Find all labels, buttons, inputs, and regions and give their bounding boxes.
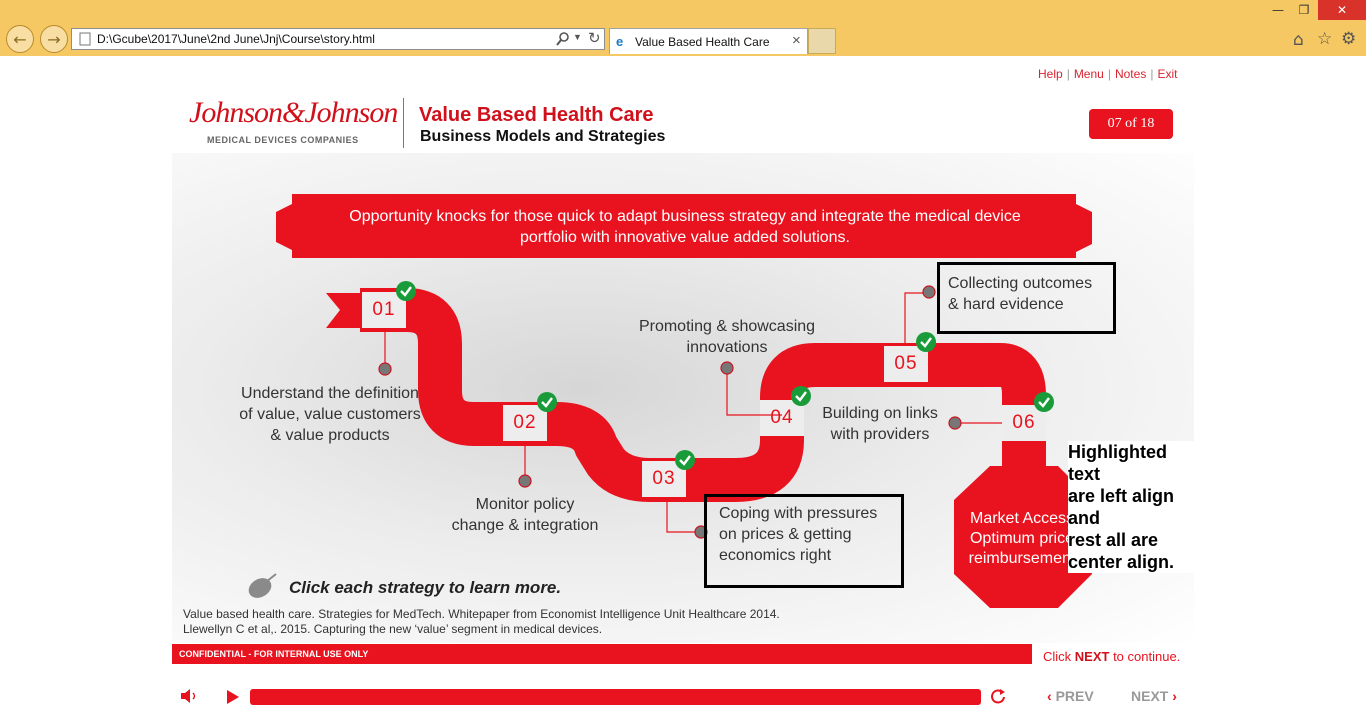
label-line: Promoting & showcasing: [638, 318, 816, 335]
label-line: & hard evidence: [948, 296, 1064, 313]
references: Value based health care. Strategies for …: [183, 607, 780, 637]
label-line: & value products: [270, 427, 390, 444]
step-03-highlight-box[interactable]: Coping with pressures on prices & gettin…: [704, 494, 904, 588]
continue-pre: Click: [1043, 649, 1075, 664]
step-04-number[interactable]: 04: [760, 401, 804, 435]
confidential-bar: CONFIDENTIAL - FOR INTERNAL USE ONLY: [172, 644, 1032, 664]
label-line: Monitor policy: [475, 496, 575, 513]
step-06-label[interactable]: Building on links with providers: [810, 403, 950, 445]
step-02-label[interactable]: Monitor policy change & integration: [435, 494, 615, 536]
label-line: innovations: [686, 339, 768, 356]
annotation-line: Highlighted text: [1068, 442, 1167, 484]
label-line: Coping with pressures: [719, 505, 878, 522]
prev-label: PREV: [1055, 688, 1094, 704]
step-03-number[interactable]: 03: [642, 462, 686, 496]
label-line: on prices & getting: [719, 526, 852, 543]
prev-button[interactable]: ‹ PREV: [1047, 688, 1094, 704]
progress-bar[interactable]: [250, 689, 981, 705]
instruction-text: Click each strategy to learn more.: [289, 578, 562, 597]
reference-line: Llewellyn C et al,. 2015. Capturing the …: [183, 622, 603, 636]
step-06-number[interactable]: 06: [1002, 406, 1046, 440]
banner-text: Opportunity knocks for those quick to ad…: [300, 206, 1070, 248]
continue-instruction: Click NEXT to continue.: [1043, 649, 1180, 664]
label-line: Collecting outcomes: [948, 275, 1093, 292]
reference-line: Value based health care. Strategies for …: [183, 607, 780, 621]
chevron-left-icon: ‹: [1047, 688, 1052, 704]
label-line: of value, value customers: [239, 406, 421, 423]
annotation-line: center align.: [1068, 552, 1175, 572]
continue-post: to continue.: [1109, 649, 1181, 664]
step-03-label: Coping with pressures on prices & gettin…: [719, 503, 877, 566]
label-line: economics right: [719, 547, 832, 564]
step-01-label[interactable]: Understand the definition of value, valu…: [230, 383, 430, 446]
step-05-label: Collecting outcomes & hard evidence: [948, 273, 1092, 315]
banner-line: Opportunity knocks for those quick to ad…: [349, 208, 1021, 225]
label-line: Building on links: [822, 405, 938, 422]
label-line: with providers: [830, 426, 930, 443]
step-04-label[interactable]: Promoting & showcasing innovations: [627, 316, 827, 358]
chevron-right-icon: ›: [1172, 688, 1177, 704]
annotation-line: are left align and: [1068, 486, 1175, 528]
step-05-highlight-box[interactable]: Collecting outcomes & hard evidence: [937, 262, 1116, 334]
label-line: change & integration: [451, 517, 599, 534]
volume-icon[interactable]: [180, 688, 200, 704]
next-label: NEXT: [1131, 688, 1169, 704]
next-button[interactable]: NEXT ›: [1131, 688, 1177, 704]
review-annotation: Highlighted text are left align and rest…: [1068, 441, 1194, 573]
step-02-number[interactable]: 02: [503, 406, 547, 440]
step-01-number[interactable]: 01: [362, 293, 406, 327]
replay-icon[interactable]: [990, 688, 1008, 706]
play-icon[interactable]: [226, 689, 240, 705]
annotation-line: rest all are: [1068, 530, 1159, 550]
banner-line: portfolio with innovative value added so…: [520, 229, 850, 246]
mouse-click-icon: [248, 573, 277, 598]
continue-next: NEXT: [1074, 649, 1110, 664]
step-05-number[interactable]: 05: [884, 347, 928, 381]
flag-01-tail: [326, 293, 365, 328]
label-line: Understand the definition: [241, 385, 419, 402]
